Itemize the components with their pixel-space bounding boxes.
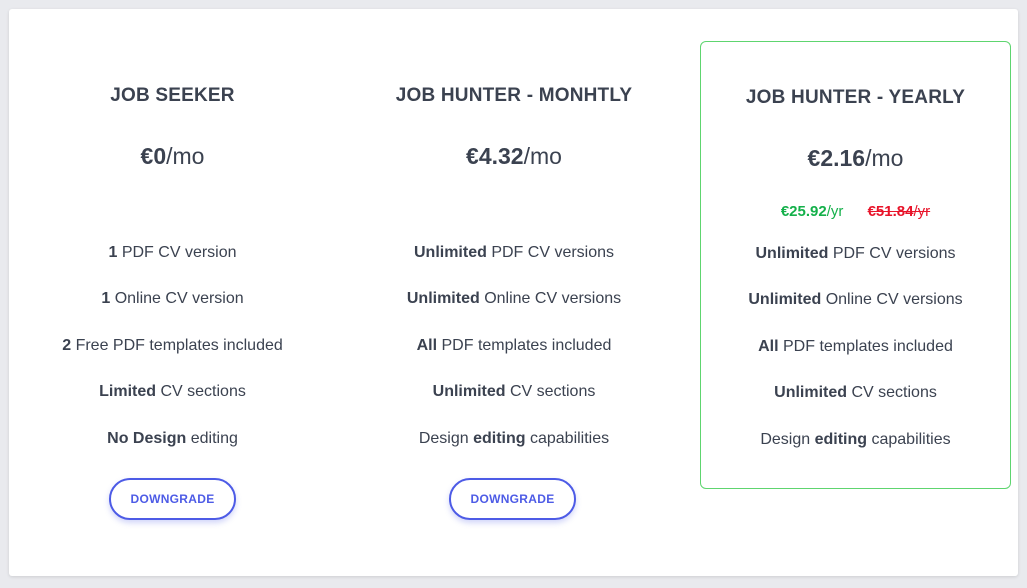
feature-item: Unlimited CV sections [432, 383, 596, 400]
plan-title: JOB HUNTER - YEARLY [745, 87, 966, 108]
feature-item: 2 Free PDF templates included [62, 337, 283, 354]
yearly-price-row: €25.92/yr €51.84/yr [701, 203, 1010, 220]
feature-item: All PDF templates included [758, 338, 953, 355]
price-unit: /mo [523, 143, 562, 169]
feature-item: 1 Online CV version [101, 290, 244, 307]
plan-title: JOB HUNTER - MONHTLY [395, 85, 633, 106]
feature-item: 1 PDF CV version [108, 244, 237, 261]
price-amount: €4.32 [466, 143, 524, 169]
feature-item: No Design editing [107, 430, 238, 447]
yearly-price-unit: /yr [826, 203, 844, 220]
feature-item: Unlimited CV sections [774, 384, 937, 401]
feature-item: Unlimited Online CV versions [406, 290, 622, 307]
feature-item: Unlimited Online CV versions [748, 291, 963, 308]
feature-item: Design editing capabilities [760, 431, 951, 448]
price-amount: €2.16 [807, 145, 866, 171]
plan-price: €2.16/mo [701, 145, 1010, 172]
price-unit: /mo [865, 145, 904, 171]
plan-title: JOB SEEKER [110, 85, 235, 106]
price-amount: €0 [140, 143, 167, 169]
yearly-old-price: €51.84/yr [867, 203, 931, 220]
pricing-card: JOB SEEKER €0/mo 1 PDF CV version 1 Onli… [9, 9, 1018, 576]
price-unit: /mo [166, 143, 205, 169]
plan-job-hunter-yearly: JOB HUNTER - YEARLY €2.16/mo €25.92/yr €… [700, 41, 1011, 489]
feature-item: All PDF templates included [416, 337, 612, 354]
downgrade-button[interactable]: DOWNGRADE [109, 478, 236, 520]
feature-item: Limited CV sections [99, 383, 246, 400]
feature-item: Unlimited PDF CV versions [755, 245, 956, 262]
downgrade-button[interactable]: DOWNGRADE [449, 478, 576, 520]
yearly-price: €25.92 [780, 203, 827, 220]
plan-price: €4.32/mo [349, 143, 679, 170]
plan-price: €0/mo [9, 143, 336, 170]
feature-item: Unlimited PDF CV versions [413, 244, 615, 261]
feature-item: Design editing capabilities [418, 430, 610, 447]
